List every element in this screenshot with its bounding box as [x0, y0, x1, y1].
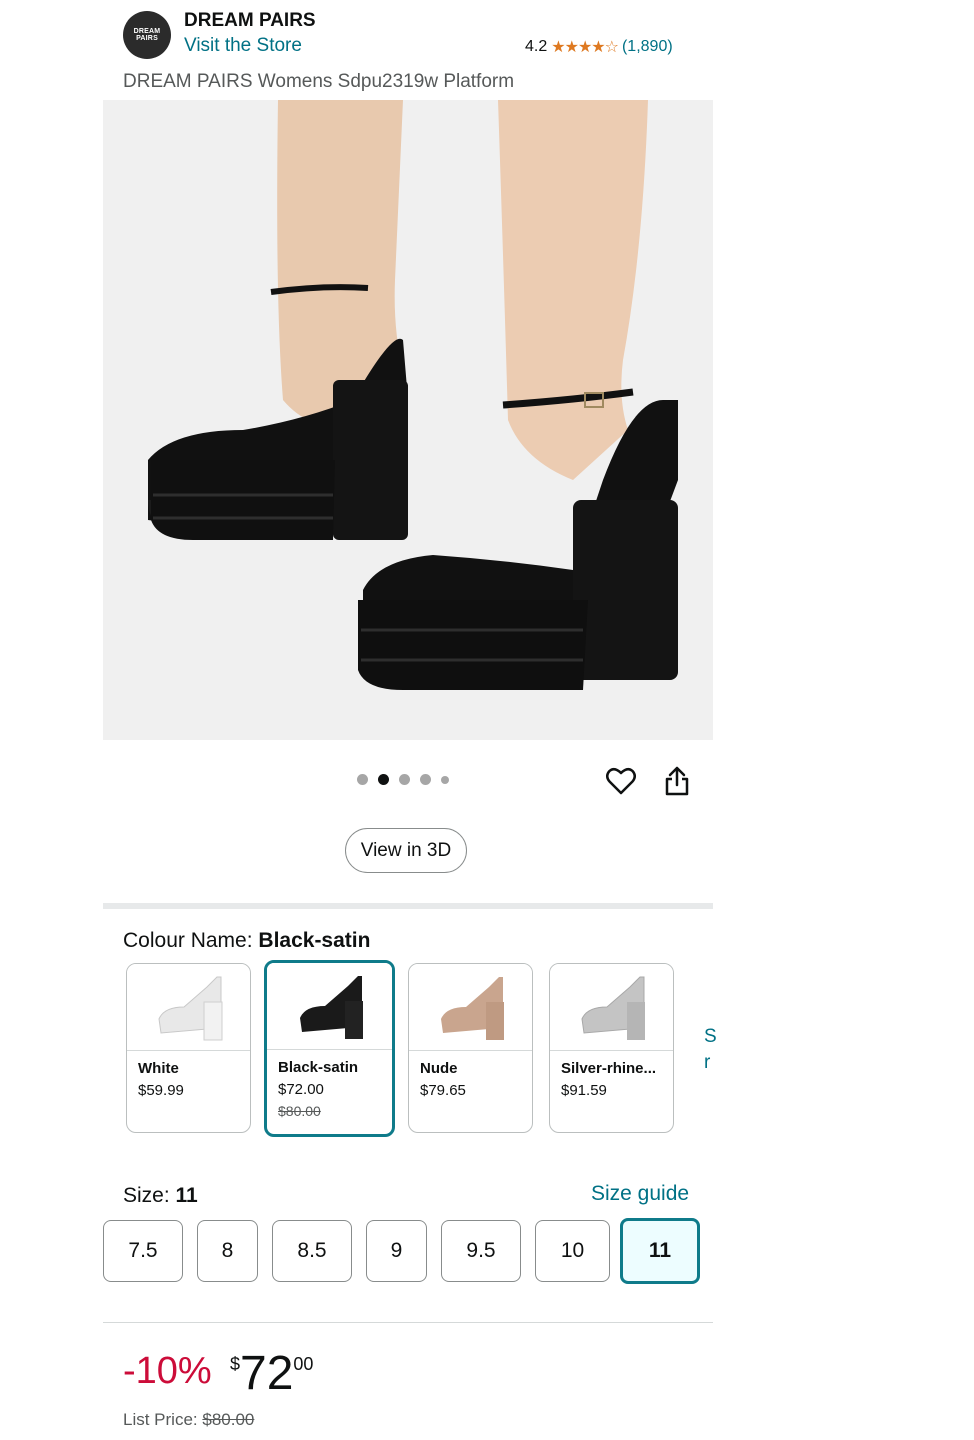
swatch-thumbnail	[409, 964, 532, 1051]
rating-count[interactable]: (1,890)	[622, 38, 673, 56]
brand-name: DREAM PAIRS	[184, 10, 316, 31]
carousel-dot[interactable]	[441, 775, 449, 784]
size-option-9[interactable]: 9	[366, 1220, 427, 1282]
visit-store-link[interactable]: Visit the Store	[184, 35, 302, 57]
swatch-list-price: $80.00	[278, 1103, 321, 1119]
view-in-3d-button[interactable]: View in 3D	[345, 828, 467, 873]
colour-swatch-black-satin[interactable]: Black-satin $72.00 $80.00	[264, 960, 395, 1137]
list-price: List Price: $80.00	[123, 1410, 255, 1429]
swatch-name: Silver-rhine...	[561, 1060, 657, 1077]
product-title: DREAM PAIRS Womens Sdpu2319w Platform	[123, 71, 515, 92]
wishlist-button[interactable]	[603, 763, 639, 799]
image-carousel-dots[interactable]	[357, 774, 449, 785]
swatch-price: $72.00	[278, 1081, 324, 1098]
carousel-dot[interactable]	[420, 774, 431, 785]
rating-summary[interactable]: 4.2 ★★★★☆ (1,890)	[525, 37, 673, 57]
carousel-dot[interactable]	[399, 774, 410, 785]
size-guide-link[interactable]: Size guide	[591, 1182, 689, 1206]
size-option-10[interactable]: 10	[535, 1220, 610, 1282]
heart-icon	[606, 767, 636, 795]
share-icon	[665, 766, 689, 796]
selected-colour: Black-satin	[258, 929, 371, 952]
share-button[interactable]	[659, 763, 695, 799]
swatch-name: White	[138, 1060, 179, 1077]
carousel-dot-active[interactable]	[378, 774, 389, 785]
swatch-price: $91.59	[561, 1082, 607, 1099]
colour-label: Colour Name: Black-satin	[123, 929, 371, 952]
swatch-price: $59.99	[138, 1082, 184, 1099]
section-divider	[103, 903, 713, 909]
selected-size: 11	[175, 1184, 198, 1207]
swatch-thumbnail	[550, 964, 673, 1051]
discount-percentage: -10%	[123, 1350, 212, 1392]
colour-swatch-nude[interactable]: Nude $79.65	[408, 963, 533, 1133]
swatch-name: Black-satin	[278, 1059, 359, 1076]
rating-value: 4.2	[525, 38, 548, 55]
size-option-7-5[interactable]: 7.5	[103, 1220, 183, 1282]
current-price: $ 72 00	[230, 1347, 314, 1400]
swatch-thumbnail	[127, 964, 250, 1051]
swatch-thumbnail	[267, 963, 392, 1050]
size-option-11[interactable]: 11	[620, 1218, 700, 1284]
size-option-9-5[interactable]: 9.5	[441, 1220, 521, 1282]
star-rating-icon: ★★★★☆	[551, 39, 619, 56]
brand-logo[interactable]: DREAM PAIRS	[123, 11, 171, 59]
colour-swatch-white[interactable]: White $59.99	[126, 963, 251, 1133]
section-divider	[103, 1322, 713, 1323]
carousel-dot[interactable]	[357, 774, 368, 785]
size-option-8-5[interactable]: 8.5	[272, 1220, 352, 1282]
size-label: Size: 11	[123, 1184, 198, 1207]
swatch-price: $79.65	[420, 1082, 466, 1099]
swatch-name: Nude	[420, 1060, 458, 1077]
size-option-8[interactable]: 8	[197, 1220, 258, 1282]
colour-swatch-silver-rhinestone[interactable]: Silver-rhine... $91.59	[549, 963, 674, 1133]
product-image[interactable]	[103, 100, 713, 740]
next-swatch-peek[interactable]: S r	[704, 1024, 717, 1076]
